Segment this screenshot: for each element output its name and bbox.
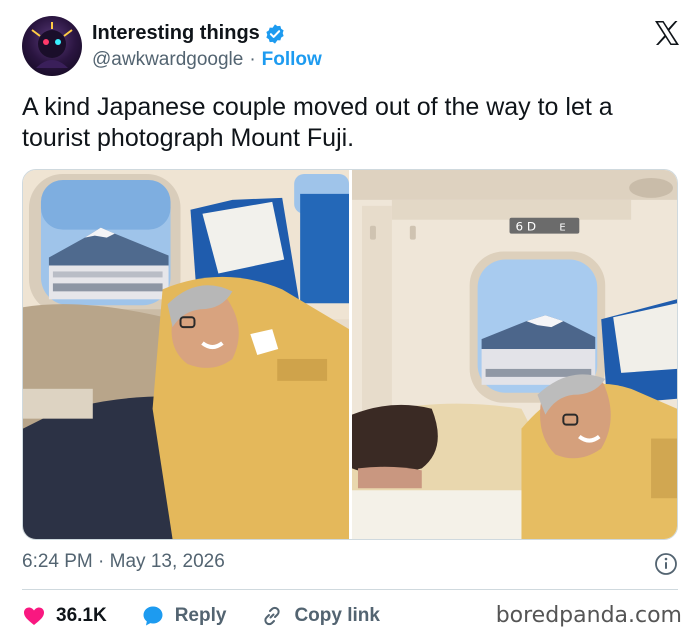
- photo-right-image: 6 D E: [352, 170, 677, 539]
- like-count: 36.1K: [56, 605, 107, 626]
- action-bar: 36.1K Reply Copy link: [22, 600, 414, 632]
- tweet-header: Interesting things @awkwardgoogle · Foll…: [22, 16, 682, 78]
- handle-line: @awkwardgoogle · Follow: [92, 49, 322, 71]
- link-icon: [264, 606, 281, 626]
- verified-badge-icon: [266, 23, 284, 44]
- name-line: Interesting things: [92, 22, 286, 45]
- display-name[interactable]: Interesting things: [92, 22, 260, 45]
- reply-label: Reply: [174, 605, 227, 626]
- avatar-image: [31, 22, 73, 68]
- info-icon[interactable]: [654, 552, 678, 576]
- speech-bubble-icon: [143, 606, 163, 626]
- like-button[interactable]: 36.1K: [22, 604, 107, 628]
- heart-icon: [24, 607, 44, 625]
- follow-button[interactable]: Follow: [262, 49, 322, 71]
- separator: ·: [249, 49, 256, 70]
- x-logo-icon[interactable]: [652, 18, 682, 48]
- reply-button[interactable]: Reply: [141, 604, 227, 628]
- tweet-timestamp[interactable]: 6:24 PM · May 13, 2026: [22, 551, 225, 573]
- handle[interactable]: @awkwardgoogle: [92, 49, 243, 71]
- copy-link-label: Copy link: [294, 605, 380, 626]
- copy-link-button[interactable]: Copy link: [260, 604, 380, 628]
- divider: [22, 589, 678, 590]
- photo-right[interactable]: 6 D E: [352, 170, 677, 539]
- photo-left-image: [23, 170, 349, 539]
- photo-left[interactable]: [23, 170, 349, 539]
- car-sign-extra: E: [559, 223, 565, 234]
- watermark: boredpanda.com: [495, 603, 682, 628]
- media-grid: 6 D E: [22, 169, 678, 540]
- tweet-text: A kind Japanese couple moved out of the …: [22, 93, 613, 152]
- car-sign-number: 6 D: [515, 220, 536, 234]
- avatar[interactable]: [22, 16, 82, 76]
